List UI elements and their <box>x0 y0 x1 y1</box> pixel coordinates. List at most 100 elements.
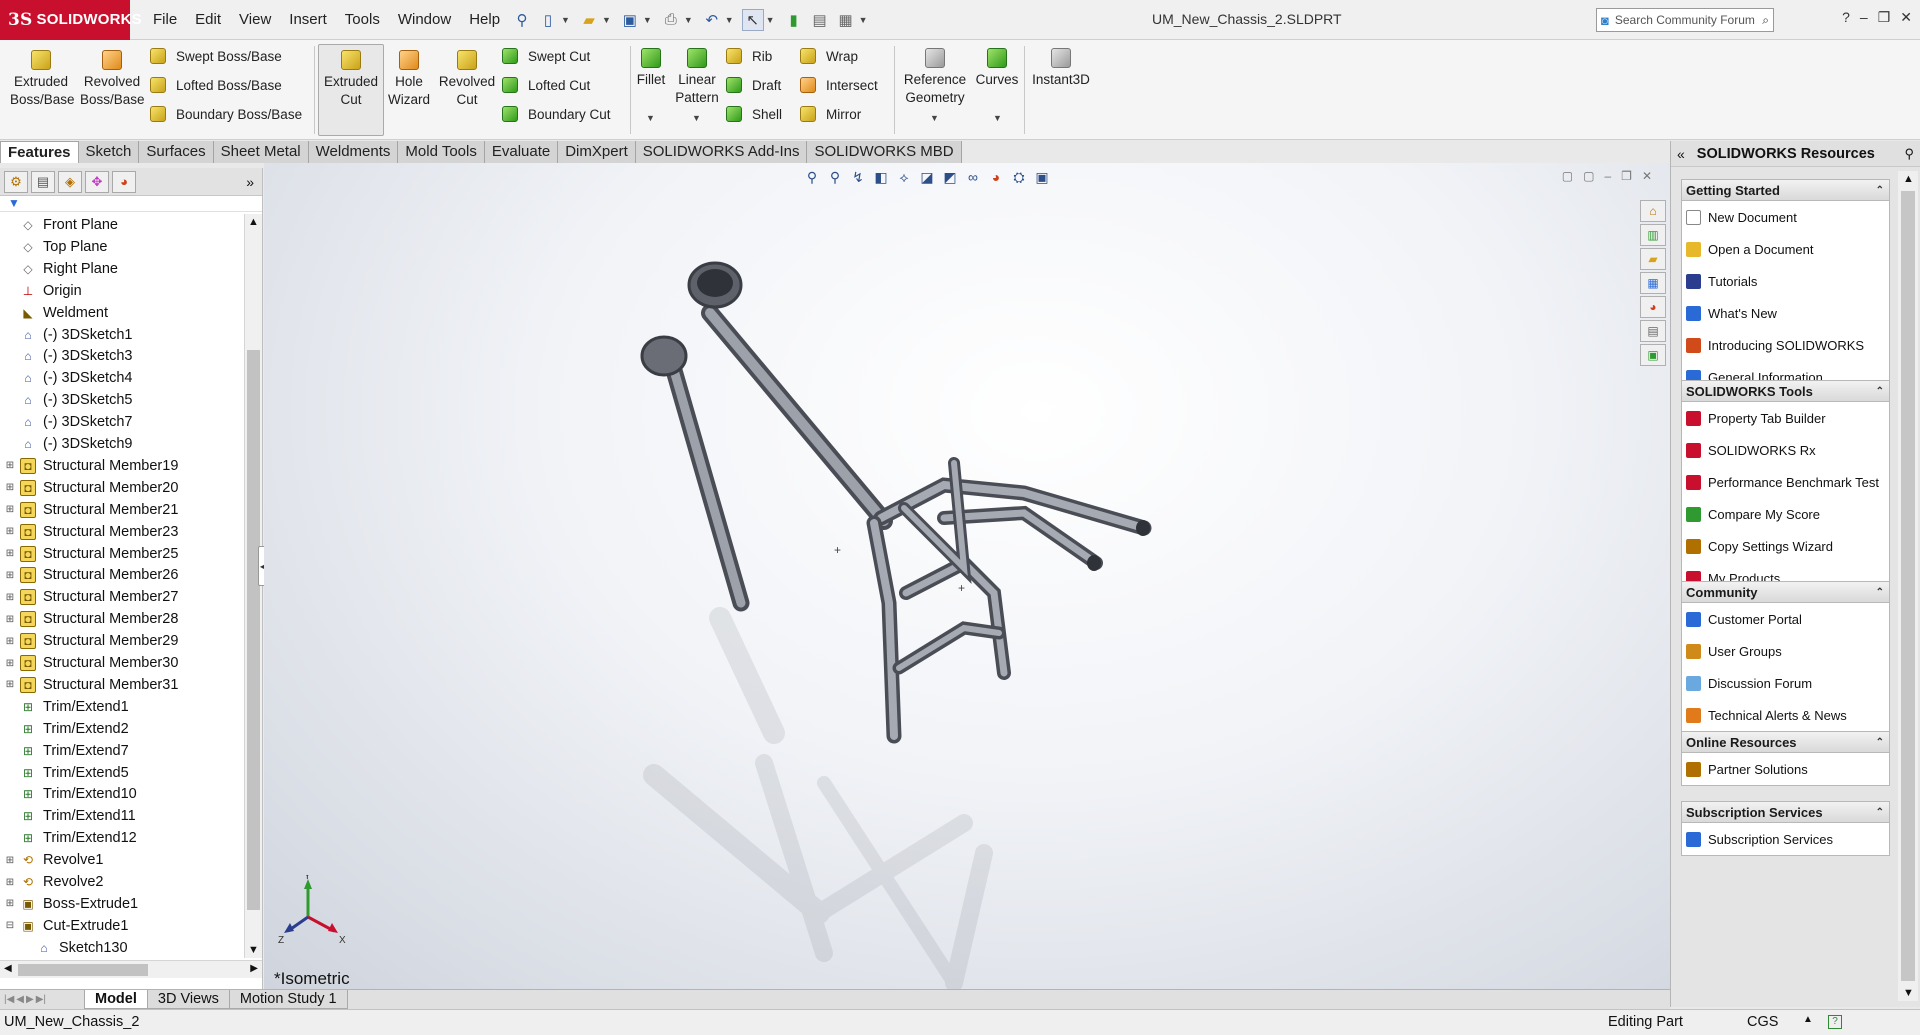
viewport-option-icon[interactable]: ▢ <box>1583 169 1594 183</box>
tree-item[interactable]: ⌂ (-) 3DSketch7 <box>0 411 244 433</box>
collapse-node-icon[interactable]: ⊟ <box>4 920 16 931</box>
extruded-boss-button[interactable]: Extruded Boss/Base <box>10 50 75 109</box>
undo-icon[interactable]: ↶ <box>701 9 723 31</box>
file-properties-icon[interactable]: ▤ <box>809 9 831 31</box>
scroll-thumb[interactable] <box>18 964 148 976</box>
chevron-up-icon[interactable]: ⌃ <box>1876 737 1884 748</box>
tree-item[interactable]: ⊞ ▣ Boss-Extrude1 <box>0 893 244 915</box>
intersect-button[interactable]: Intersect <box>800 75 878 95</box>
tree-item[interactable]: ⊟ ▣ Cut-Extrude1 <box>0 915 244 937</box>
tab-features[interactable]: Features <box>0 141 79 163</box>
view-settings-icon[interactable]: ▣ <box>1034 169 1050 186</box>
expand-node-icon[interactable]: ⊞ <box>4 570 16 581</box>
resource-group-header[interactable]: SOLIDWORKS Tools ⌃ <box>1682 381 1889 402</box>
tree-item[interactable]: ⊞ ◘ Structural Member31 <box>0 674 244 696</box>
zoom-to-fit-icon[interactable]: ⚲ <box>804 169 820 186</box>
feature-tree-vertical-scrollbar[interactable]: ▲ ▼ <box>244 214 262 958</box>
feature-tree-horizontal-scrollbar[interactable]: ◀ ▶ <box>0 960 262 978</box>
appearances-tab-icon[interactable]: ◕ <box>1640 296 1666 318</box>
minimize-icon[interactable]: – <box>1860 9 1868 26</box>
tree-item[interactable]: ⊞ ◘ Structural Member20 <box>0 477 244 499</box>
view-palette-tab-icon[interactable]: ▦ <box>1640 272 1666 294</box>
draft-button[interactable]: Draft <box>726 75 781 95</box>
extruded-cut-button[interactable]: Extruded Cut <box>320 50 382 109</box>
status-unit-system[interactable]: CGS <box>1747 1014 1778 1030</box>
swept-boss-button[interactable]: Swept Boss/Base <box>150 46 282 66</box>
resource-link[interactable]: Tutorials <box>1682 265 1889 297</box>
tree-item[interactable]: ⊞ Trim/Extend5 <box>0 762 244 784</box>
resource-link[interactable]: Technical Alerts & News <box>1682 699 1889 731</box>
close-icon[interactable]: ✕ <box>1642 169 1652 183</box>
chevron-up-icon[interactable]: ⌃ <box>1876 587 1884 598</box>
tree-item[interactable]: ⊞ ◘ Structural Member26 <box>0 564 244 586</box>
tab-evaluate[interactable]: Evaluate <box>484 141 559 163</box>
expand-node-icon[interactable]: ⊞ <box>4 658 16 669</box>
tree-item[interactable]: ⊞ ◘ Structural Member25 <box>0 543 244 565</box>
tree-item[interactable]: ⌂ (-) 3DSketch1 <box>0 324 244 346</box>
unit-system-dropdown-icon[interactable]: ▲ <box>1803 1014 1813 1025</box>
reference-geometry-button[interactable]: Reference Geometry <box>900 48 970 107</box>
graphics-area[interactable]: + + ⚲ ⚲ ↯ ◧ ⟡ ◪ ◩ ∞ ◕ ⛭ ▣ ▢ ▢ – ❐ ✕ Y X … <box>264 163 1670 989</box>
tree-item[interactable]: ⊥ Origin <box>0 280 244 302</box>
tree-item[interactable]: ◇ Top Plane <box>0 236 244 258</box>
resource-group-header[interactable]: Online Resources ⌃ <box>1682 732 1889 753</box>
last-tab-icon[interactable]: ▶| <box>36 994 46 1005</box>
filter-icon[interactable]: ▼ <box>0 196 262 212</box>
configuration-manager-tab-icon[interactable]: ◈ <box>58 170 82 193</box>
menu-window[interactable]: Window <box>389 11 460 28</box>
chevron-down-icon[interactable]: ▼ <box>643 15 652 25</box>
scroll-right-icon[interactable]: ▶ <box>250 963 258 974</box>
menu-view[interactable]: View <box>230 11 280 28</box>
tab-mold-tools[interactable]: Mold Tools <box>398 141 485 163</box>
file-explorer-tab-icon[interactable]: ▰ <box>1640 248 1666 270</box>
chevron-down-icon[interactable]: ▼ <box>602 15 611 25</box>
save-icon[interactable]: ▣ <box>619 9 641 31</box>
resource-link[interactable]: Customer Portal <box>1682 603 1889 635</box>
property-manager-tab-icon[interactable]: ▤ <box>31 170 55 193</box>
curves-button[interactable]: Curves <box>972 48 1022 89</box>
solidworks-resources-tab-icon[interactable]: ⌂ <box>1640 200 1666 222</box>
feature-manager-tab-icon[interactable]: ⚙ <box>4 170 28 193</box>
tree-item[interactable]: ⊞ ◘ Structural Member27 <box>0 586 244 608</box>
restore-icon[interactable]: ❐ <box>1878 9 1891 26</box>
pin-icon[interactable]: ⚲ <box>511 9 533 31</box>
custom-properties-tab-icon[interactable]: ▤ <box>1640 320 1666 342</box>
scroll-down-icon[interactable]: ▼ <box>248 944 259 956</box>
menu-edit[interactable]: Edit <box>186 11 230 28</box>
chevron-up-icon[interactable]: ⌃ <box>1876 386 1884 397</box>
first-tab-icon[interactable]: |◀ <box>4 994 14 1005</box>
tree-item[interactable]: ⌂ (-) 3DSketch9 <box>0 433 244 455</box>
tab-weldments[interactable]: Weldments <box>308 141 399 163</box>
fillet-dropdown-icon[interactable]: ▼ <box>646 113 655 123</box>
resource-group-header[interactable]: Community ⌃ <box>1682 582 1889 603</box>
tree-item[interactable]: ⊞ ◘ Structural Member29 <box>0 630 244 652</box>
tree-item[interactable]: ⊞ ◘ Structural Member21 <box>0 499 244 521</box>
revolved-cut-button[interactable]: Revolved Cut <box>438 50 496 109</box>
chevron-down-icon[interactable]: ▼ <box>684 15 693 25</box>
section-view-icon[interactable]: ◧ <box>873 169 889 186</box>
resource-link[interactable]: New Document <box>1682 201 1889 233</box>
tab-sketch[interactable]: Sketch <box>78 141 140 163</box>
resource-link[interactable]: Performance Benchmark Test <box>1682 466 1889 498</box>
collapse-pane-icon[interactable]: « <box>1677 146 1685 162</box>
mirror-button[interactable]: Mirror <box>800 104 861 124</box>
expand-node-icon[interactable]: ⊞ <box>4 614 16 625</box>
search-community-input[interactable]: ◙ Search Community Forum ⌕ <box>1596 8 1774 32</box>
view-orientation-icon[interactable]: ◪ <box>919 169 935 186</box>
shell-button[interactable]: Shell <box>726 104 782 124</box>
scroll-left-icon[interactable]: ◀ <box>4 963 12 974</box>
scroll-up-icon[interactable]: ▲ <box>248 216 259 228</box>
tab-dimxpert[interactable]: DimXpert <box>558 141 636 163</box>
resource-link[interactable]: SOLIDWORKS Rx <box>1682 434 1889 466</box>
tab-3d-views[interactable]: 3D Views <box>146 990 230 1009</box>
expand-node-icon[interactable]: ⊞ <box>4 548 16 559</box>
help-icon[interactable]: ? <box>1842 9 1850 26</box>
swept-cut-button[interactable]: Swept Cut <box>502 46 590 66</box>
chevron-down-icon[interactable]: ▼ <box>561 15 570 25</box>
boundary-boss-button[interactable]: Boundary Boss/Base <box>150 104 302 124</box>
scroll-up-icon[interactable]: ▲ <box>1903 173 1914 185</box>
tree-item[interactable]: ◇ Right Plane <box>0 258 244 280</box>
design-library-tab-icon[interactable]: ▥ <box>1640 224 1666 246</box>
expand-node-icon[interactable]: ⊞ <box>4 482 16 493</box>
reference-geometry-dropdown-icon[interactable]: ▼ <box>930 113 939 123</box>
